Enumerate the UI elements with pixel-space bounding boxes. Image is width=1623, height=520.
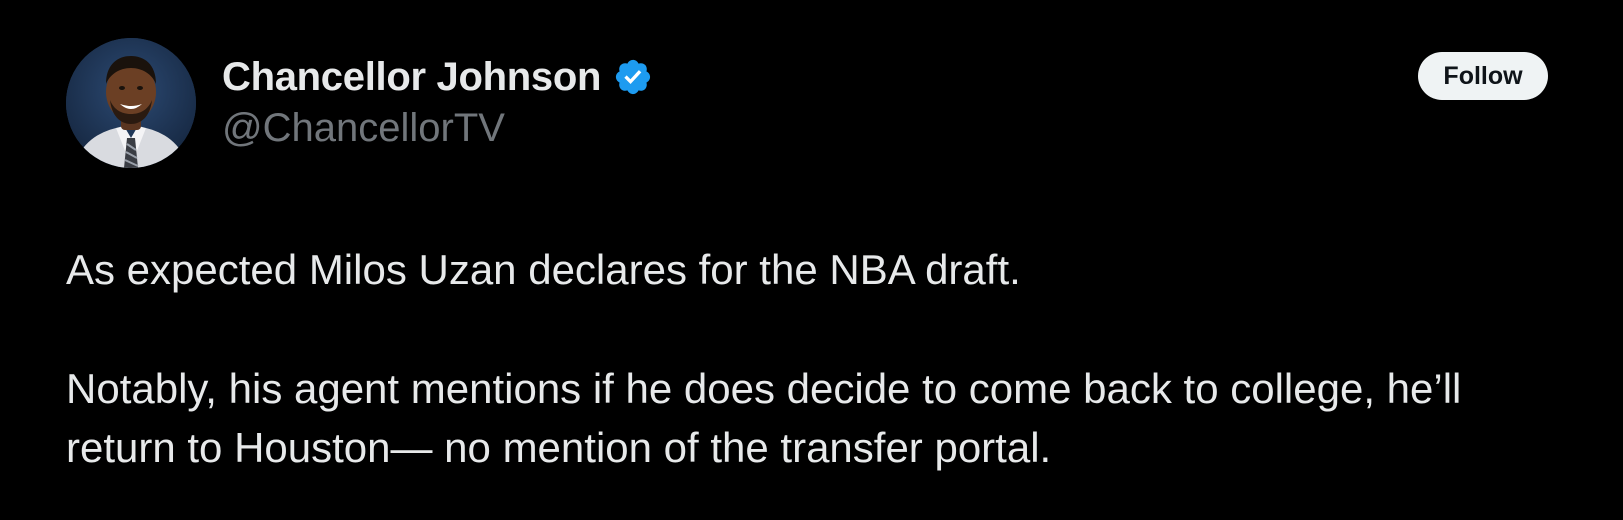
author-avatar[interactable] bbox=[66, 38, 196, 168]
tweet-paragraph: Notably, his agent mentions if he does d… bbox=[66, 365, 1462, 471]
avatar-image bbox=[66, 38, 196, 168]
follow-button[interactable]: Follow bbox=[1418, 52, 1548, 100]
verified-badge-icon[interactable] bbox=[613, 57, 653, 97]
tweet-text: As expected Milos Uzan declares for the … bbox=[66, 240, 1566, 477]
author-handle[interactable]: @ChancellorTV bbox=[222, 106, 653, 151]
author-identity: Chancellor Johnson @ChancellorTV bbox=[222, 50, 653, 151]
tweet-paragraph: As expected Milos Uzan declares for the … bbox=[66, 246, 1021, 293]
tweet-card: Chancellor Johnson @ChancellorTV Follow … bbox=[0, 0, 1623, 520]
author-name-row: Chancellor Johnson bbox=[222, 50, 653, 104]
author-display-name[interactable]: Chancellor Johnson bbox=[222, 55, 601, 100]
